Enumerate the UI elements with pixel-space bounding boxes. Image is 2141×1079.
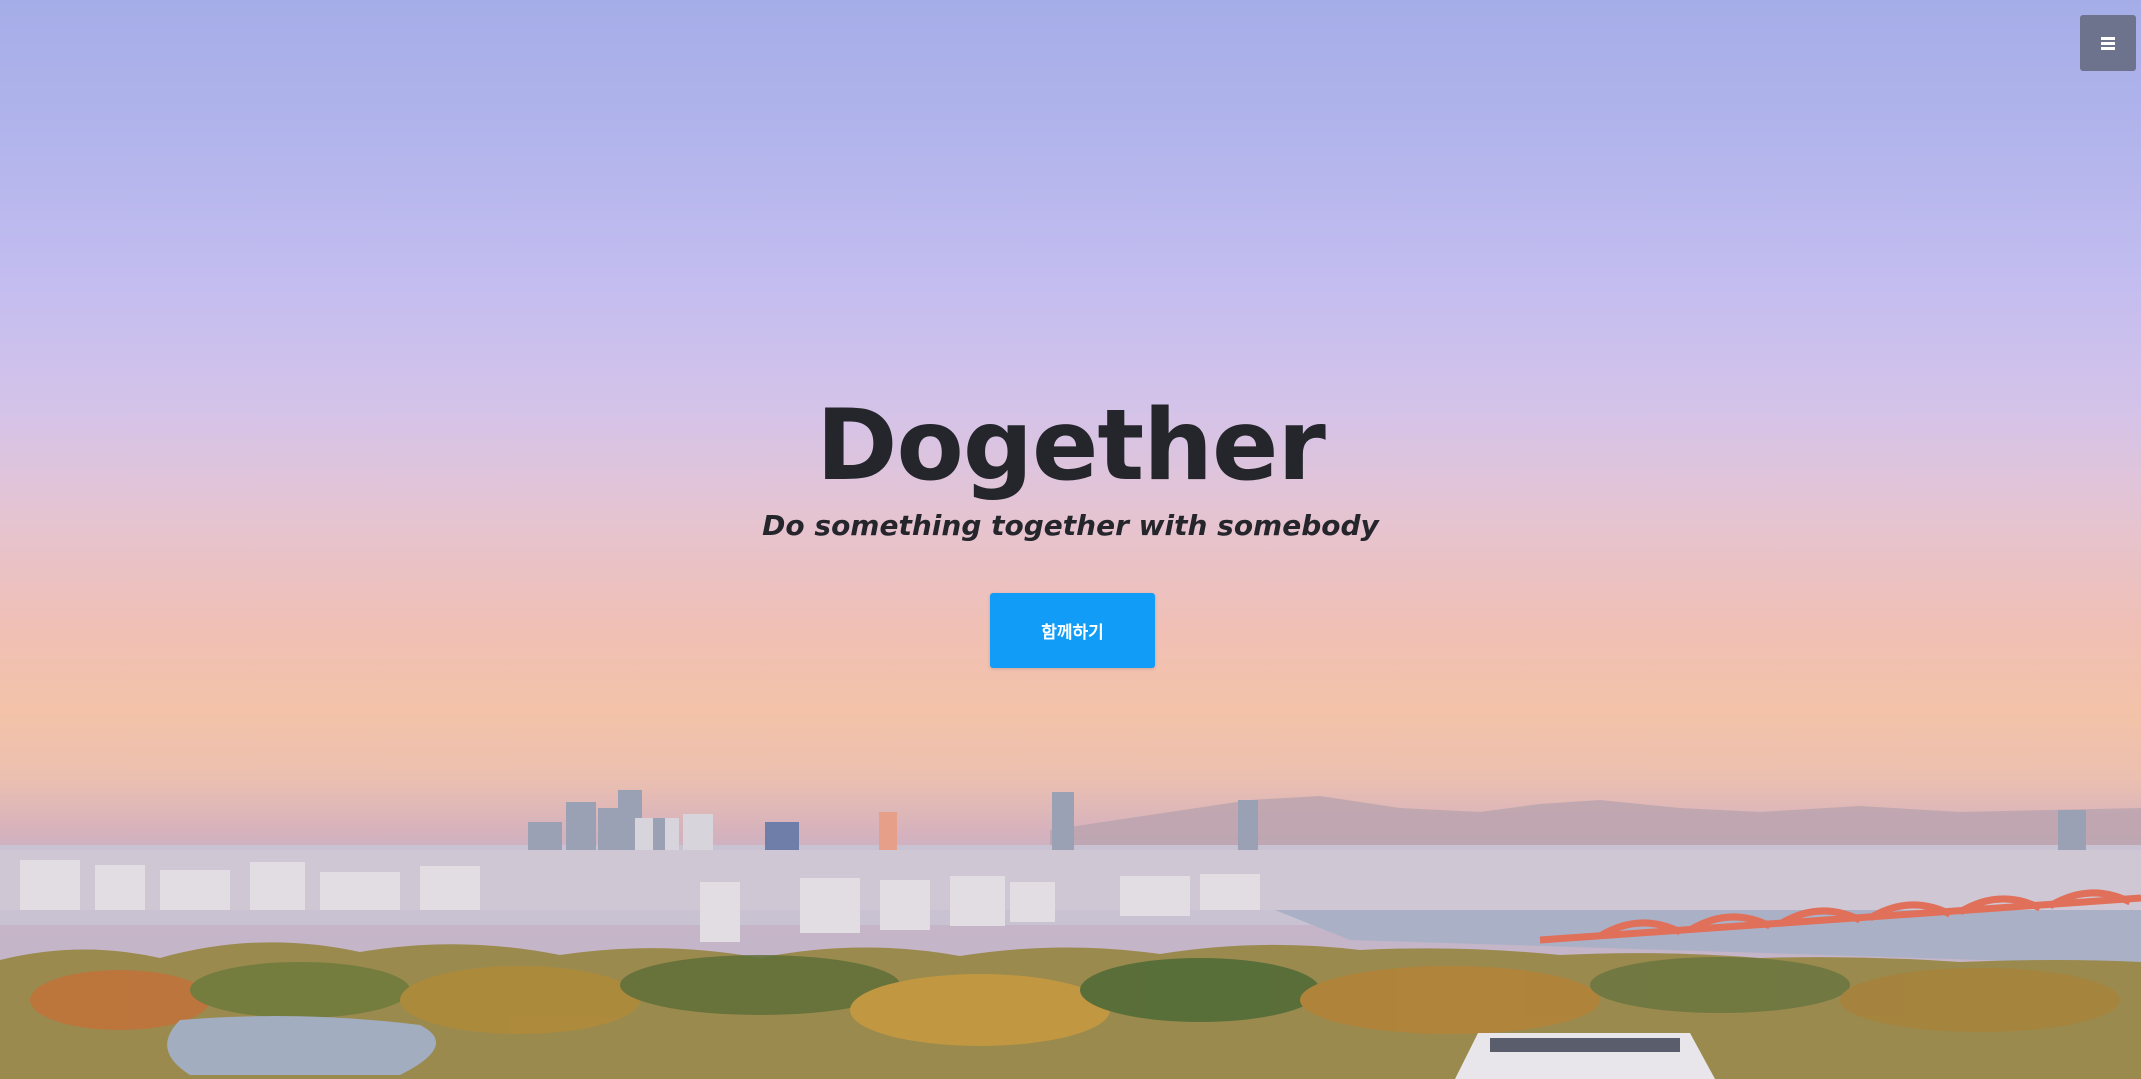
join-button[interactable]: 함께하기 [990, 593, 1155, 668]
hero-section: Dogether Do something together with some… [0, 0, 2141, 1079]
hamburger-menu-icon [2101, 37, 2115, 50]
lake [167, 1016, 436, 1075]
site-title: Dogether [816, 389, 1326, 503]
site-tagline: Do something together with somebody [762, 509, 1379, 542]
hero-heading: Dogether Do something together with some… [0, 388, 2141, 546]
hamburger-menu-button[interactable] [2080, 15, 2136, 71]
